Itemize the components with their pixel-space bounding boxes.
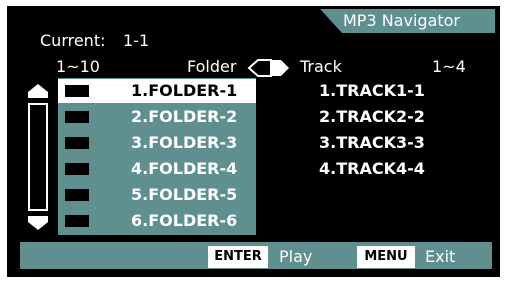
- scroll-down-arrow-icon: [28, 216, 48, 230]
- folder-icon: [65, 111, 89, 123]
- folder-column-label: Folder: [187, 57, 237, 76]
- track-item[interactable]: 2.TRACK2-2: [319, 107, 425, 127]
- play-action-label: Play: [279, 247, 313, 266]
- folder-item[interactable]: 6.FOLDER-6: [58, 209, 256, 233]
- folder-list: 1.FOLDER-1 2.FOLDER-2 3.FOLDER-3 4.FOLDE…: [58, 78, 256, 235]
- folder-item[interactable]: 3.FOLDER-3: [58, 131, 256, 155]
- app-title: MP3 Navigator: [343, 11, 461, 30]
- track-item[interactable]: 4.TRACK4-4: [319, 159, 425, 179]
- track-item[interactable]: 1.TRACK1-1: [319, 81, 425, 101]
- folder-item[interactable]: 4.FOLDER-4: [58, 157, 256, 181]
- folder-item-label: 4.FOLDER-4: [131, 159, 238, 178]
- folder-item[interactable]: 1.FOLDER-1: [58, 79, 256, 103]
- track-range: 1~4: [432, 57, 466, 76]
- folder-arrow-icon: [247, 59, 272, 77]
- folder-icon: [65, 163, 89, 175]
- scrollbar[interactable]: [28, 82, 48, 232]
- folder-item[interactable]: 2.FOLDER-2: [58, 105, 256, 129]
- enter-key-button[interactable]: ENTER: [208, 246, 268, 268]
- folder-range: 1~10: [56, 57, 100, 76]
- folder-item-label: 5.FOLDER-5: [131, 185, 238, 204]
- folder-icon: [65, 189, 89, 201]
- folder-track-toggle[interactable]: [245, 59, 291, 77]
- track-arrow-icon: [272, 60, 289, 76]
- current-value: 1-1: [123, 31, 150, 50]
- folder-icon: [65, 85, 89, 97]
- menu-key-button[interactable]: MENU: [357, 246, 415, 268]
- folder-item-label: 6.FOLDER-6: [131, 211, 238, 230]
- folder-icon: [65, 215, 89, 227]
- scroll-up-arrow-icon: [28, 84, 48, 98]
- track-item[interactable]: 3.TRACK3-3: [319, 133, 425, 153]
- folder-item-label: 1.FOLDER-1: [131, 81, 238, 100]
- folder-icon: [65, 137, 89, 149]
- folder-item-label: 2.FOLDER-2: [131, 107, 238, 126]
- exit-action-label: Exit: [425, 247, 456, 266]
- current-label: Current:: [40, 31, 106, 50]
- track-column-label: Track: [300, 57, 342, 76]
- folder-item-label: 3.FOLDER-3: [131, 133, 238, 152]
- folder-item[interactable]: 5.FOLDER-5: [58, 183, 256, 207]
